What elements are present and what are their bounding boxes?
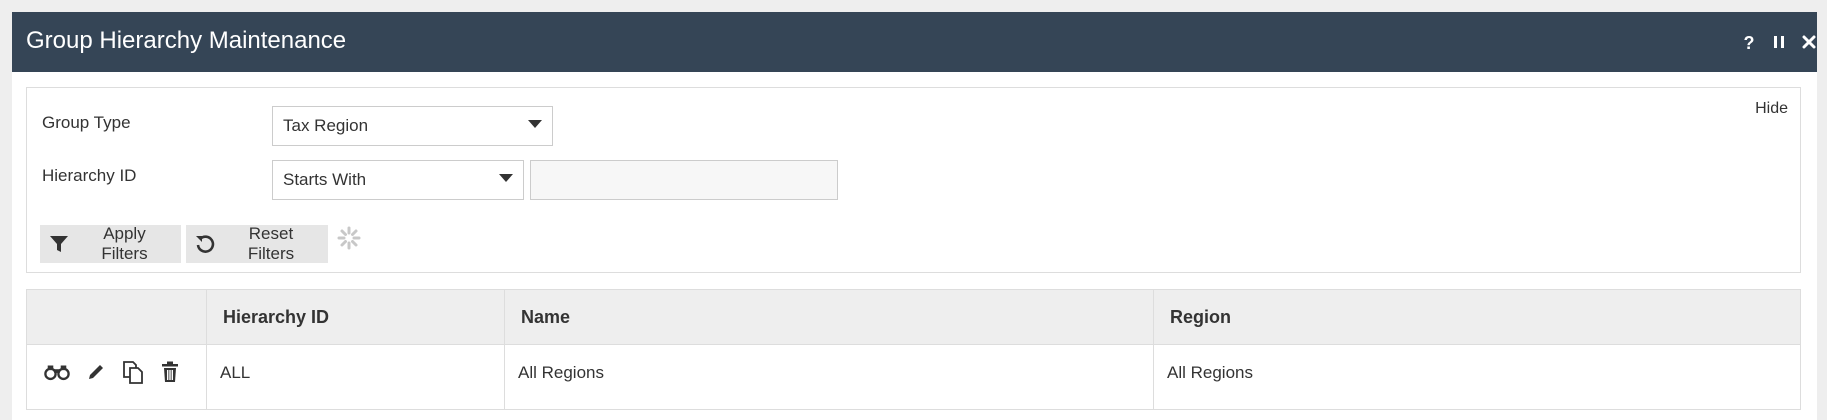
column-header-hierarchy-id[interactable]: Hierarchy ID bbox=[207, 290, 505, 344]
copy-icon[interactable] bbox=[120, 359, 146, 385]
group-type-value: Tax Region bbox=[283, 116, 369, 135]
window-title: Group Hierarchy Maintenance bbox=[26, 27, 347, 54]
chevron-down-icon bbox=[499, 174, 513, 182]
view-icon[interactable] bbox=[44, 359, 70, 385]
hierarchy-grid: Hierarchy ID Name Region ALL All Regions… bbox=[26, 289, 1801, 410]
column-header-region[interactable]: Region bbox=[1154, 290, 1800, 344]
close-icon[interactable] bbox=[1797, 30, 1821, 54]
svg-text:?: ? bbox=[1744, 33, 1755, 51]
hierarchy-id-operator-value: Starts With bbox=[283, 170, 367, 189]
loading-spinner-icon bbox=[336, 225, 362, 251]
reset-filters-button[interactable]: Reset Filters bbox=[186, 224, 328, 263]
table-row[interactable]: ALL All Regions All Regions bbox=[27, 345, 1800, 409]
grid-header: Hierarchy ID Name Region bbox=[27, 290, 1800, 345]
filter-icon bbox=[48, 233, 70, 255]
column-header-name[interactable]: Name bbox=[505, 290, 1154, 344]
hierarchy-id-label: Hierarchy ID bbox=[42, 166, 137, 185]
cell-name: All Regions bbox=[518, 363, 604, 382]
column-header-actions bbox=[27, 290, 207, 344]
group-hierarchy-window: Group Hierarchy Maintenance ? Hide Group… bbox=[12, 12, 1817, 420]
reset-filters-label: Reset Filters bbox=[247, 224, 295, 263]
hide-filters-link[interactable]: Hide bbox=[1755, 100, 1788, 118]
chevron-down-icon bbox=[528, 120, 542, 128]
apply-filters-label: Apply Filters bbox=[101, 224, 148, 263]
help-icon[interactable]: ? bbox=[1737, 30, 1761, 54]
title-bar: Group Hierarchy Maintenance ? bbox=[12, 12, 1817, 72]
reset-icon bbox=[194, 233, 216, 255]
apply-filters-button[interactable]: Apply Filters bbox=[40, 224, 181, 263]
group-type-label: Group Type bbox=[42, 113, 131, 132]
edit-icon[interactable] bbox=[83, 359, 109, 385]
group-type-select[interactable]: Tax Region bbox=[272, 106, 553, 146]
hierarchy-id-input[interactable] bbox=[530, 160, 838, 200]
delete-icon[interactable] bbox=[157, 359, 183, 385]
cell-hierarchy-id: ALL bbox=[220, 363, 251, 382]
cell-region: All Regions bbox=[1167, 363, 1253, 382]
hierarchy-id-operator-select[interactable]: Starts With bbox=[272, 160, 524, 200]
pause-icon[interactable] bbox=[1767, 30, 1791, 54]
filter-panel: Hide Group Type Tax Region Hierarchy ID … bbox=[26, 87, 1801, 273]
